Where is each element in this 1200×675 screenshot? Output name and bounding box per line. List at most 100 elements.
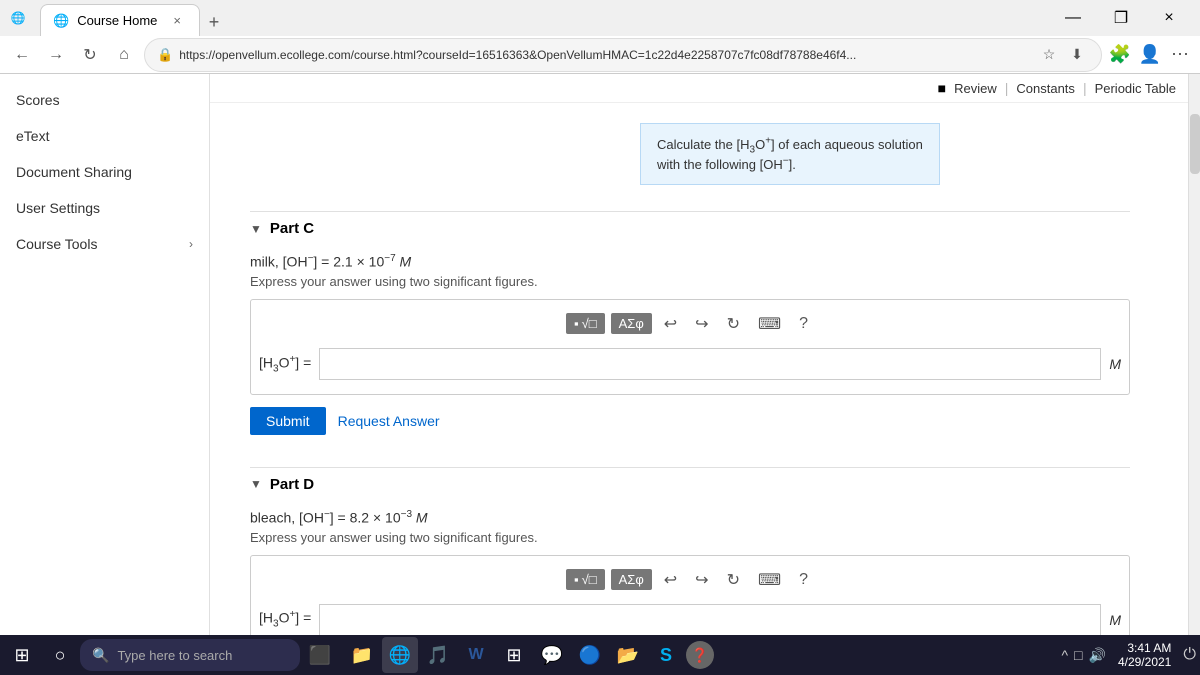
- caret-icon[interactable]: ^: [1061, 647, 1068, 663]
- part-d-help-button[interactable]: ?: [793, 569, 814, 591]
- math-btn1-sqrt: √□: [582, 316, 597, 331]
- back-button[interactable]: ←: [8, 41, 36, 69]
- taskbar-right: ^ □ 🔊 3:41 AM 4/29/2021 ⏻: [1061, 641, 1196, 669]
- search-icon: 🔍: [92, 647, 109, 664]
- minimize-button[interactable]: —: [1050, 2, 1096, 34]
- date-display: 4/29/2021: [1118, 655, 1171, 669]
- part-d-header[interactable]: ▼ Part D: [250, 467, 1130, 501]
- sidebar-item-course-tools[interactable]: Course Tools ›: [0, 226, 209, 262]
- part-c-refresh-button[interactable]: ↻: [721, 312, 746, 336]
- math-btn1-icon: ▪: [574, 316, 579, 331]
- part-c-answer-label: [H3O+] =: [259, 354, 311, 374]
- math-btn2-text: ΑΣφ: [619, 316, 644, 331]
- chevron-right-icon: ›: [189, 237, 193, 251]
- sidebar-label-user-settings: User Settings: [16, 200, 100, 216]
- start-button[interactable]: ⊞: [4, 637, 40, 673]
- maximize-button[interactable]: ❐: [1098, 2, 1144, 34]
- part-c-request-answer-link[interactable]: Request Answer: [338, 413, 440, 429]
- grid-icon[interactable]: ⊞: [496, 637, 532, 673]
- part-d-answer-row: [H3O+] = M: [259, 604, 1121, 636]
- review-link[interactable]: Review: [954, 81, 997, 96]
- home-button[interactable]: ⌂: [110, 41, 138, 69]
- browser-tab-active[interactable]: 🌐 Course Home ×: [40, 4, 200, 36]
- spotify-icon[interactable]: 🎵: [420, 637, 456, 673]
- part-c-toolbar: ▪ √□ ΑΣφ ↩ ↪ ↻ ⌨ ?: [259, 308, 1121, 340]
- problem-hint-box: Calculate the [H3O+] of each aqueous sol…: [640, 123, 940, 185]
- taskbar-clock[interactable]: 3:41 AM 4/29/2021: [1110, 641, 1179, 669]
- scrollbar-track[interactable]: [1188, 74, 1200, 675]
- browser-icon: 🌐: [8, 8, 28, 28]
- task-view-button[interactable]: ⬛: [302, 637, 338, 673]
- window-controls: — ❐ ×: [1050, 2, 1192, 34]
- star-icon[interactable]: ☆: [1037, 43, 1061, 67]
- part-c-instruction: Express your answer using two significan…: [250, 274, 1130, 289]
- part-c-answer-input[interactable]: [319, 348, 1101, 380]
- skype-icon[interactable]: S: [648, 637, 684, 673]
- part-d-math-btn1-icon: ▪: [574, 572, 579, 587]
- scrollbar-thumb[interactable]: [1190, 114, 1200, 174]
- new-tab-button[interactable]: +: [200, 8, 228, 36]
- part-c-submit-button[interactable]: Submit: [250, 407, 326, 435]
- settings-icon[interactable]: ⋯: [1168, 43, 1192, 67]
- part-d-keyboard-button[interactable]: ⌨: [752, 568, 787, 592]
- part-c-redo-button[interactable]: ↪: [689, 312, 714, 336]
- part-d-math-btn1[interactable]: ▪ √□: [566, 569, 605, 590]
- refresh-button[interactable]: ↻: [76, 41, 104, 69]
- title-bar-left: 🌐: [8, 8, 28, 28]
- part-c-answer-row: [H3O+] = M: [259, 348, 1121, 380]
- part-c-math-btn2[interactable]: ΑΣφ: [611, 313, 652, 334]
- browser-icon-small: 🌐: [53, 13, 69, 29]
- part-c-header[interactable]: ▼ Part C: [250, 211, 1130, 245]
- tab-close-button[interactable]: ×: [173, 13, 181, 28]
- part-c-undo-button[interactable]: ↩: [658, 312, 683, 336]
- sidebar-item-scores[interactable]: Scores: [0, 82, 209, 118]
- discord-icon[interactable]: 🔵: [572, 637, 608, 673]
- part-c-label: Part C: [270, 220, 314, 237]
- system-tray: ^ □ 🔊: [1061, 647, 1105, 664]
- part-d-instruction: Express your answer using two significan…: [250, 530, 1130, 545]
- part-c-keyboard-button[interactable]: ⌨: [752, 312, 787, 336]
- periodic-table-link[interactable]: Periodic Table: [1095, 81, 1176, 96]
- close-button[interactable]: ×: [1146, 2, 1192, 34]
- content-top-bar: ■ Review | Constants | Periodic Table: [210, 74, 1188, 103]
- part-c-btn-row: Submit Request Answer: [250, 407, 1130, 435]
- forward-button[interactable]: →: [42, 41, 70, 69]
- sidebar-item-document-sharing[interactable]: Document Sharing: [0, 154, 209, 190]
- edge-icon[interactable]: 🌐: [382, 637, 418, 673]
- word-icon[interactable]: W: [458, 637, 494, 673]
- taskbar: ⊞ ○ 🔍 Type here to search ⬛ 📁 🌐 🎵 W ⊞ 💬 …: [0, 635, 1200, 675]
- part-d-refresh-button[interactable]: ↻: [721, 568, 746, 592]
- constants-link[interactable]: Constants: [1016, 81, 1075, 96]
- chat-icon[interactable]: 💬: [534, 637, 570, 673]
- collection-icon[interactable]: ⬇: [1065, 43, 1089, 67]
- url-text: https://openvellum.ecollege.com/course.h…: [179, 48, 1031, 62]
- part-d-undo-button[interactable]: ↩: [658, 568, 683, 592]
- folder-icon[interactable]: 📂: [610, 637, 646, 673]
- part-d-answer-label: [H3O+] =: [259, 609, 311, 629]
- help-icon[interactable]: ❓: [686, 641, 714, 669]
- title-bar: 🌐 🌐 Course Home × + — ❐ ×: [0, 0, 1200, 36]
- part-c-arrow-icon: ▼: [250, 222, 262, 236]
- part-d-answer-input[interactable]: [319, 604, 1101, 636]
- part-d-label: Part D: [270, 476, 314, 493]
- part-d-math-btn2[interactable]: ΑΣφ: [611, 569, 652, 590]
- sidebar-label-course-tools: Course Tools: [16, 236, 97, 252]
- taskbar-search[interactable]: 🔍 Type here to search: [80, 639, 300, 671]
- cortana-button[interactable]: ○: [42, 637, 78, 673]
- part-c-math-btn1[interactable]: ▪ √□: [566, 313, 605, 334]
- extensions-icon[interactable]: 🧩: [1108, 43, 1132, 67]
- address-field[interactable]: 🔒 https://openvellum.ecollege.com/course…: [144, 38, 1102, 72]
- part-c-help-button[interactable]: ?: [793, 313, 814, 335]
- part-c-input-area: ▪ √□ ΑΣφ ↩ ↪ ↻ ⌨ ? [H3O+] = M: [250, 299, 1130, 395]
- sidebar-item-user-settings[interactable]: User Settings: [0, 190, 209, 226]
- sidebar-item-etext[interactable]: eText: [0, 118, 209, 154]
- volume-icon[interactable]: 🔊: [1089, 647, 1106, 664]
- problem-hint-text: Calculate the [H3O+] of each aqueous sol…: [657, 137, 923, 172]
- address-bar-row: ← → ↻ ⌂ 🔒 https://openvellum.ecollege.co…: [0, 36, 1200, 74]
- action-center-icon[interactable]: □: [1074, 647, 1082, 663]
- file-explorer-icon[interactable]: 📁: [344, 637, 380, 673]
- notification-icon[interactable]: ⏻: [1183, 646, 1196, 664]
- bookmark-icon: ■: [938, 80, 946, 96]
- part-d-redo-button[interactable]: ↪: [689, 568, 714, 592]
- profile-icon[interactable]: 👤: [1138, 43, 1162, 67]
